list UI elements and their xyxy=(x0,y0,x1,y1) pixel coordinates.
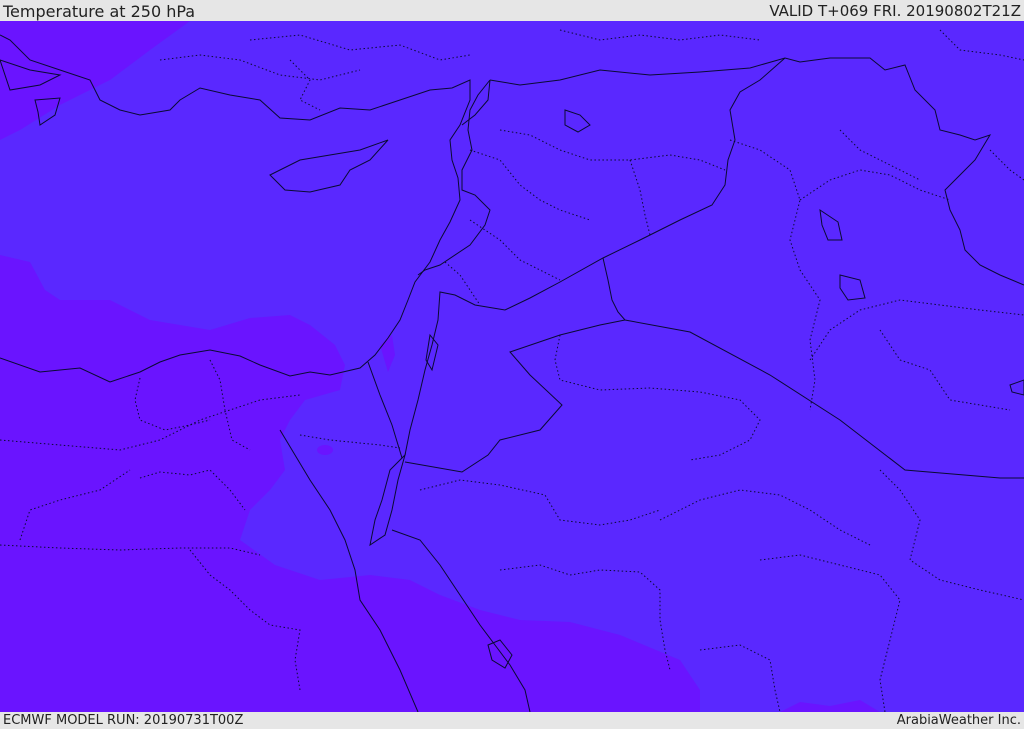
map-title: Temperature at 250 hPa xyxy=(3,2,196,21)
credit: ArabiaWeather Inc. xyxy=(896,713,1021,728)
header-bar: Temperature at 250 hPa VALID T+069 FRI. … xyxy=(0,0,1024,21)
warm-zone-sinai-patch xyxy=(317,445,333,455)
map-panel[interactable] xyxy=(0,21,1024,712)
model-run: ECMWF MODEL RUN: 20190731T00Z xyxy=(3,713,244,728)
temperature-map[interactable] xyxy=(0,21,1024,712)
valid-time: VALID T+069 FRI. 20190802T21Z xyxy=(769,2,1021,20)
footer-bar: ECMWF MODEL RUN: 20190731T00Z ArabiaWeat… xyxy=(0,712,1024,729)
